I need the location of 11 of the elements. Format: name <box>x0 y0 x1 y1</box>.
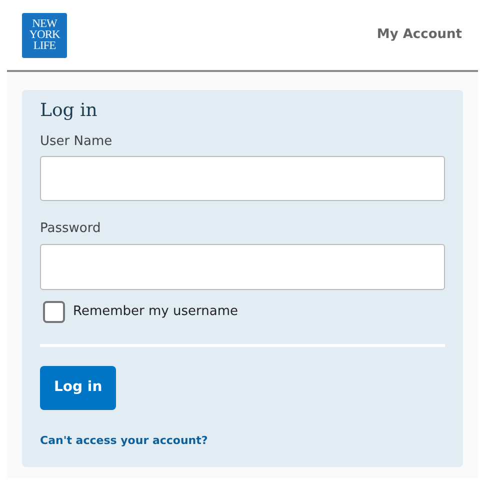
account-help-link[interactable]: Can't access your account? <box>40 434 208 447</box>
remember-label: Remember my username <box>73 302 238 321</box>
my-account-link[interactable]: My Account <box>376 25 462 45</box>
login-button[interactable]: Log in <box>40 366 116 410</box>
field-label: User Name <box>40 132 114 151</box>
remember-checkbox[interactable] <box>43 300 65 323</box>
logo: NEW YORK LIFE <box>22 12 67 58</box>
form-title: Log in <box>40 100 98 122</box>
username-field[interactable] <box>40 156 445 202</box>
field-label: Password <box>40 220 102 238</box>
password-field[interactable] <box>40 244 445 290</box>
